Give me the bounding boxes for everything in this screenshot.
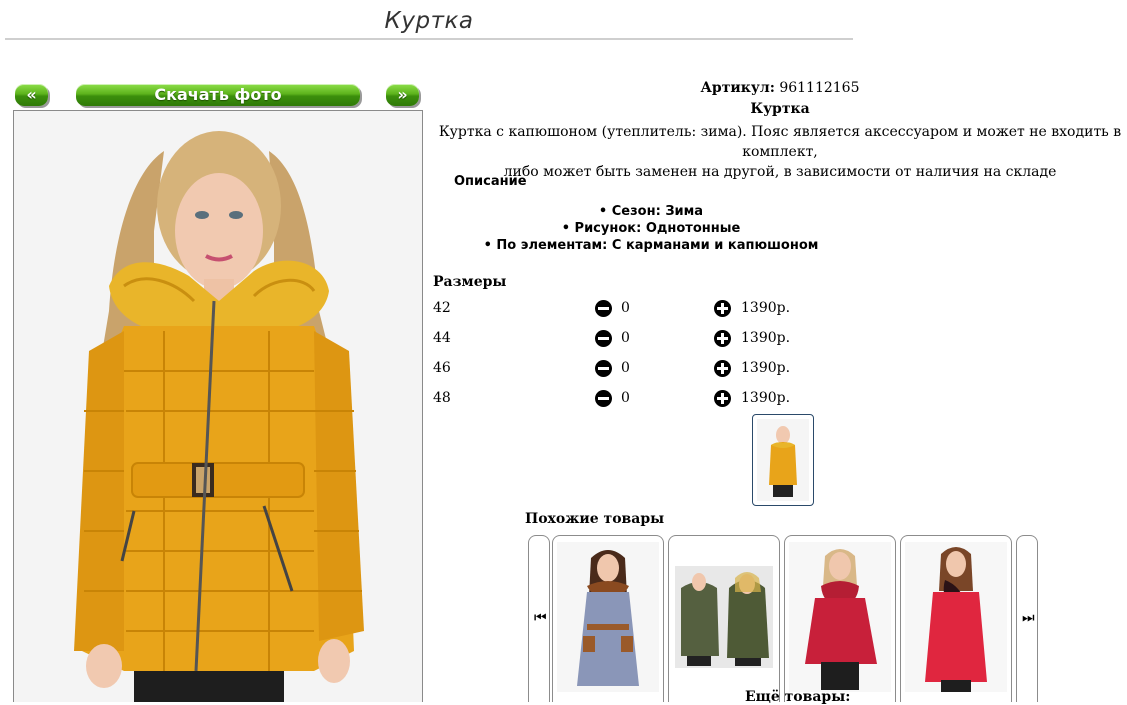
page-title: Куртка [384, 8, 474, 34]
qty-value: 0 [621, 390, 630, 406]
description-line-1: Куртка с капюшоном (утеплитель: зима). П… [438, 124, 1122, 160]
plus-circle-icon[interactable] [714, 300, 731, 317]
description-line-2: либо может быть заменен на другой, в зав… [503, 164, 1057, 180]
increase-qty-button[interactable] [714, 390, 731, 411]
price-value: 1390р. [741, 330, 791, 346]
increase-qty-button[interactable] [714, 330, 731, 351]
size-row: 48 0 1390р. [433, 390, 833, 410]
main-product-photo[interactable] [13, 110, 423, 702]
size-value: 42 [433, 300, 451, 316]
plus-circle-icon[interactable] [714, 360, 731, 377]
feature-item: Рисунок: Однотонные [433, 221, 869, 236]
minus-circle-icon[interactable] [595, 300, 612, 317]
article-label: Артикул: [700, 80, 775, 96]
skip-back-icon[interactable]: ⏮ [534, 610, 547, 626]
minus-circle-icon[interactable] [595, 390, 612, 407]
decrease-qty-button[interactable] [595, 300, 612, 321]
prev-photo-button[interactable]: « [15, 84, 48, 106]
feature-item: По элементам: С карманами и капюшоном [433, 238, 869, 253]
plus-circle-icon[interactable] [714, 330, 731, 347]
size-row: 42 0 1390р. [433, 300, 833, 320]
title-divider [5, 38, 853, 40]
decrease-qty-button[interactable] [595, 330, 612, 351]
size-value: 44 [433, 330, 451, 346]
increase-qty-button[interactable] [714, 360, 731, 381]
minus-circle-icon[interactable] [595, 330, 612, 347]
jacket-photo-illustration [14, 111, 422, 702]
article-number: 961112165 [779, 80, 860, 96]
skip-forward-icon[interactable]: ⏭ [1022, 610, 1035, 626]
size-value: 46 [433, 360, 451, 376]
similar-products-title: Похожие товары [525, 511, 665, 527]
carousel-prev-button[interactable]: ⏮ [528, 535, 550, 702]
size-value: 48 [433, 390, 451, 406]
price-value: 1390р. [741, 360, 791, 376]
qty-value: 0 [621, 300, 630, 316]
product-name: Куртка [750, 101, 810, 117]
similar-product-image [675, 566, 773, 668]
similar-product-image [789, 542, 891, 692]
price-value: 1390р. [741, 300, 791, 316]
similar-product-image [557, 542, 659, 692]
price-value: 1390р. [741, 390, 791, 406]
size-row: 44 0 1390р. [433, 330, 833, 350]
photo-thumbnail[interactable] [752, 414, 814, 506]
qty-value: 0 [621, 330, 630, 346]
similar-product-card[interactable] [668, 535, 780, 702]
carousel-next-button[interactable]: ⏭ [1016, 535, 1038, 702]
plus-circle-icon[interactable] [714, 390, 731, 407]
minus-circle-icon[interactable] [595, 360, 612, 377]
thumbnail-illustration [757, 419, 809, 501]
sizes-title: Размеры [433, 274, 507, 290]
qty-value: 0 [621, 360, 630, 376]
download-photo-button[interactable]: Скачать фото [76, 84, 360, 106]
features-title: Описание [454, 174, 527, 189]
similar-product-image [905, 542, 1007, 692]
feature-item: Сезон: Зима [433, 204, 869, 219]
decrease-qty-button[interactable] [595, 360, 612, 381]
increase-qty-button[interactable] [714, 300, 731, 321]
decrease-qty-button[interactable] [595, 390, 612, 411]
article-line: Артикул: 961112165 [433, 80, 1127, 96]
size-row: 46 0 1390р. [433, 360, 833, 380]
product-description: Куртка с капюшоном (утеплитель: зима). П… [433, 122, 1127, 182]
similar-product-card[interactable] [552, 535, 664, 702]
similar-product-card[interactable] [900, 535, 1012, 702]
similar-product-card[interactable] [784, 535, 896, 702]
next-photo-button[interactable]: » [386, 84, 419, 106]
more-products-title: Ещё товары: [745, 689, 851, 705]
